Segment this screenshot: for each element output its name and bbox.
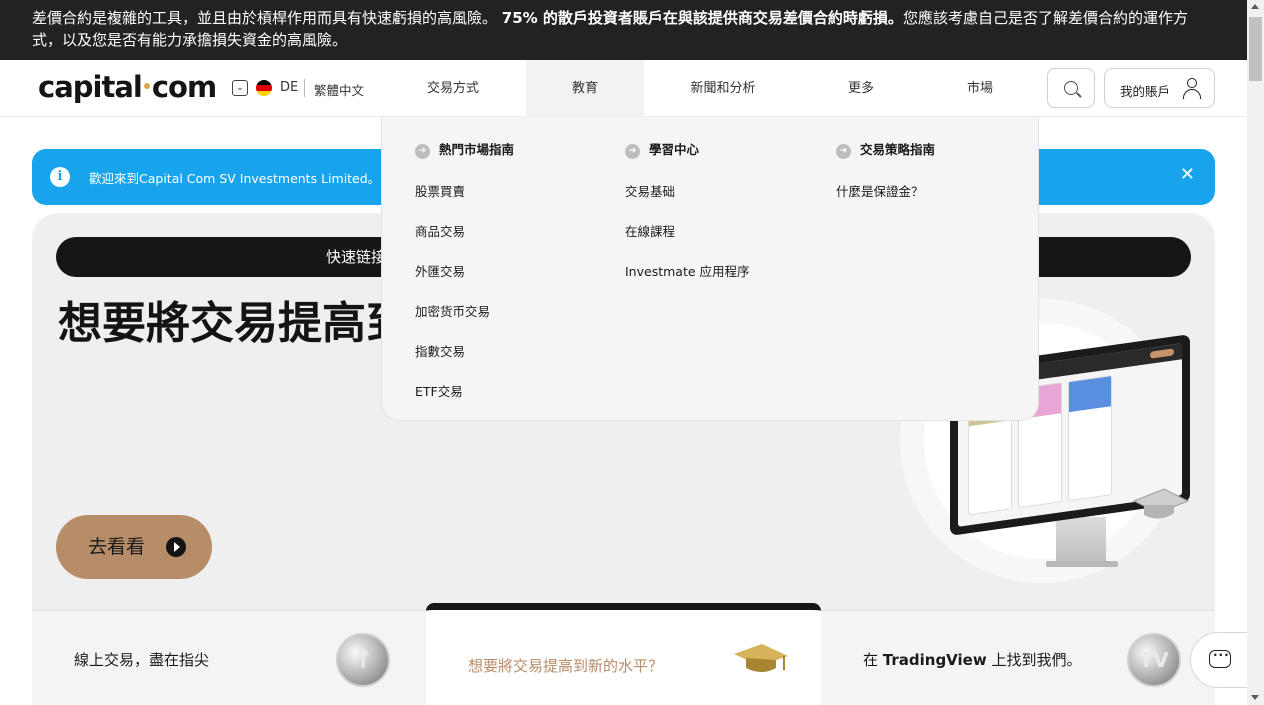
search-button[interactable]: [1047, 68, 1095, 108]
flag-de-icon[interactable]: [256, 80, 272, 96]
arrow-up-coin-icon: ↑: [336, 633, 390, 687]
capital-com-logo[interactable]: capital com: [38, 70, 217, 104]
play-icon: [166, 537, 186, 557]
welcome-text: 歡迎來到Capital Com SV Investments Limited。 …: [89, 171, 400, 186]
chat-icon: [1209, 645, 1231, 668]
feature-strip: 線上交易，盡在指尖 ↑ 想要將交易提高到新的水平？ 在 TradingView …: [32, 603, 1215, 705]
nav-more[interactable]: 更多: [830, 60, 892, 117]
page-scrollbar[interactable]: [1247, 0, 1264, 705]
dropdown-heading-market-guides[interactable]: ➜ 熱門市場指南: [415, 139, 514, 159]
tile-label: 想要將交易提高到新的水平？: [468, 657, 664, 675]
heading-label: 學習中心: [649, 142, 700, 157]
tile-next-level[interactable]: 想要將交易提高到新的水平？: [426, 603, 821, 705]
cta-label: 去看看: [88, 536, 146, 558]
link-stocks[interactable]: 股票買賣: [415, 181, 465, 200]
arrow-right-icon: ➜: [625, 144, 640, 159]
nav-markets[interactable]: 市場: [950, 60, 1010, 117]
chevron-down-icon[interactable]: ⌄: [232, 80, 248, 96]
scroll-down-icon[interactable]: [1251, 695, 1259, 700]
logo-dot: [143, 83, 150, 89]
link-what-is-margin[interactable]: 什麼是保證金？: [836, 181, 924, 200]
link-trading-basics[interactable]: 交易基础: [625, 181, 675, 200]
scroll-thumb[interactable]: [1249, 17, 1262, 81]
graduation-cap-icon: [1132, 488, 1190, 519]
link-etf[interactable]: ETF交易: [415, 381, 463, 400]
link-crypto[interactable]: 加密货币交易: [415, 301, 490, 320]
link-indices[interactable]: 指數交易: [415, 341, 465, 360]
divider: [304, 79, 305, 97]
link-commodities[interactable]: 商品交易: [415, 221, 465, 240]
arrow-right-icon: ➜: [415, 144, 430, 159]
tile-text-b: 上找到我們。: [986, 651, 1082, 669]
tile-tradingview[interactable]: 在 TradingView 上找到我們。 TV: [821, 611, 1215, 705]
arrow-right-icon: ➜: [836, 144, 851, 159]
heading-label: 交易策略指南: [860, 142, 936, 157]
tile-text-bold: TradingView: [882, 651, 987, 669]
nav-trading-methods[interactable]: 交易方式: [405, 60, 501, 117]
go-see-button[interactable]: 去看看: [56, 515, 212, 579]
tile-label: 線上交易，盡在指尖: [74, 651, 210, 669]
dropdown-heading-strategy-guides[interactable]: ➜ 交易策略指南: [836, 139, 935, 159]
education-dropdown: ➜ 熱門市場指南 股票買賣 商品交易 外匯交易 加密货币交易 指數交易 ETF交易…: [381, 117, 1039, 421]
language-selector[interactable]: 繁體中文: [314, 80, 364, 99]
chat-button[interactable]: [1190, 632, 1250, 688]
nav-education[interactable]: 教育: [526, 60, 644, 117]
logo-text: capital: [38, 70, 143, 104]
heading-label: 熱門市場指南: [439, 142, 515, 157]
my-account-button[interactable]: 我的賬戶: [1104, 68, 1215, 108]
tile-label: 在 TradingView 上找到我們。: [863, 649, 1081, 670]
region-code[interactable]: DE: [280, 80, 298, 95]
scroll-up-icon[interactable]: [1251, 4, 1259, 9]
site-header: capital com ⌄ DE 繁體中文 交易方式 教育 新聞和分析 更多 市場…: [0, 60, 1247, 117]
tile-online-trading[interactable]: 線上交易，盡在指尖 ↑: [32, 611, 426, 705]
risk-warning: 差價合約是複雜的工具，並且由於槓桿作用而具有快速虧損的高風險。 75% 的散戶投…: [0, 0, 1247, 60]
link-investmate-app[interactable]: Investmate 应用程序: [625, 261, 750, 280]
info-icon: i: [50, 167, 70, 187]
link-online-courses[interactable]: 在線課程: [625, 221, 675, 240]
logo-suffix: com: [151, 70, 217, 104]
risk-text-bold: 75% 的散戶投資者賬戶在與該提供商交易差價合約時虧損。: [501, 9, 903, 27]
user-icon: [1182, 78, 1202, 99]
tradingview-coin-icon: TV: [1127, 633, 1181, 687]
close-icon[interactable]: ✕: [1180, 164, 1195, 185]
dropdown-heading-learning-center[interactable]: ➜ 學習中心: [625, 139, 699, 159]
tile-text-a: 在: [863, 651, 883, 669]
link-forex[interactable]: 外匯交易: [415, 261, 465, 280]
nav-news-analysis[interactable]: 新聞和分析: [672, 60, 774, 117]
account-label: 我的賬戶: [1120, 84, 1171, 99]
mortarboard-icon: [734, 644, 788, 672]
risk-text: 差價合約是複雜的工具，並且由於槓桿作用而具有快速虧損的高風險。: [32, 9, 498, 27]
